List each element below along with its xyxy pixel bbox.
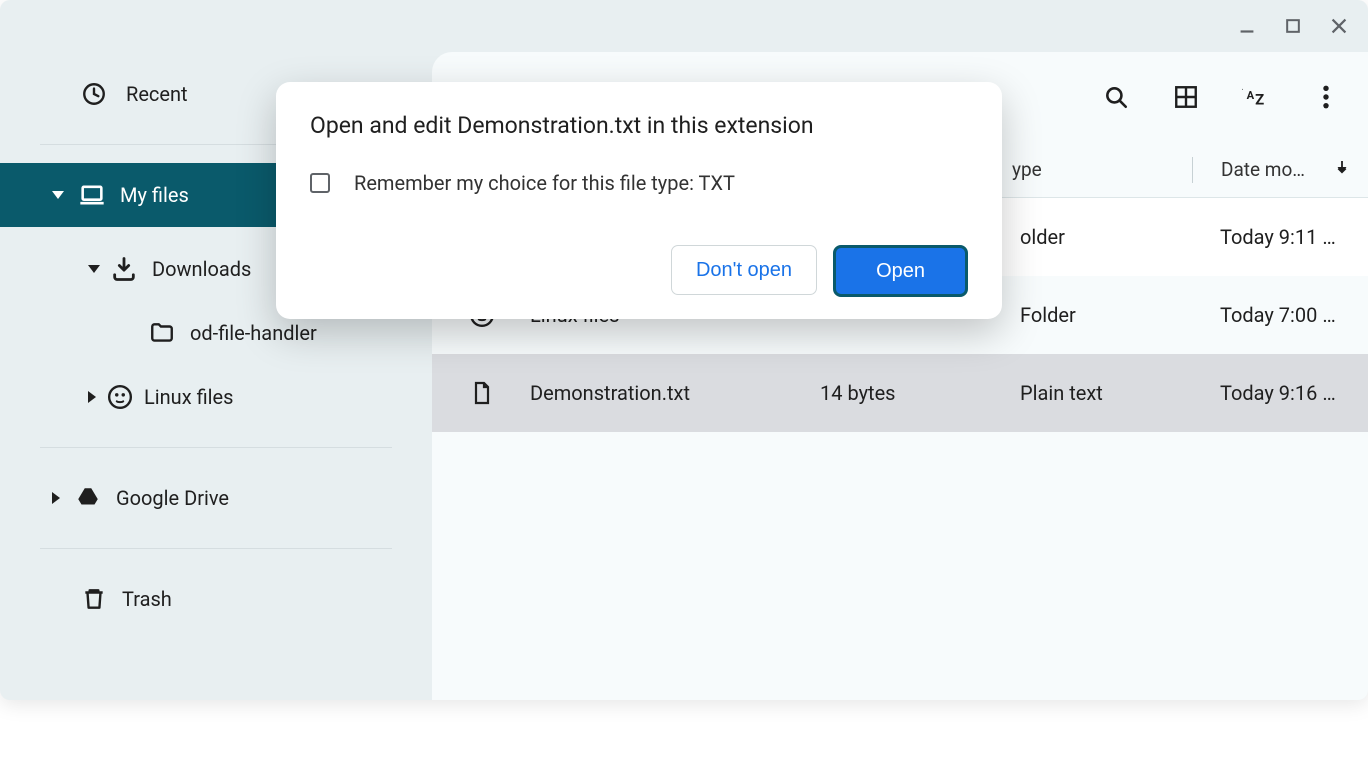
sidebar-item-label: Recent	[126, 82, 188, 106]
chevron-right-icon	[52, 492, 60, 504]
column-date-modified[interactable]: Date mo…	[1221, 158, 1368, 181]
sidebar-item-label: Linux files	[144, 385, 233, 409]
window-titlebar	[0, 0, 1368, 52]
chevron-right-icon	[88, 391, 96, 403]
file-icon	[468, 379, 496, 407]
window-minimize-button[interactable]	[1233, 12, 1261, 40]
sort-descending-icon	[1333, 158, 1351, 181]
file-date: Today 9:11 AM	[1220, 225, 1368, 249]
chevron-down-icon	[52, 191, 64, 199]
folder-icon	[148, 319, 176, 347]
file-type: Folder	[1020, 303, 1220, 327]
remember-choice-label: Remember my choice for this file type: T…	[354, 171, 735, 195]
svg-text:Z: Z	[1255, 90, 1264, 108]
file-row-selected[interactable]: Demonstration.txt 14 bytes Plain text To…	[432, 354, 1368, 432]
remember-choice-row: Remember my choice for this file type: T…	[310, 171, 968, 195]
chevron-down-icon	[88, 265, 100, 273]
sidebar-item-label: Google Drive	[116, 486, 229, 510]
file-date: Today 7:00 …	[1220, 303, 1368, 327]
column-type[interactable]: ype	[1012, 158, 1192, 181]
sidebar-item-linux-files[interactable]: Linux files	[0, 365, 432, 429]
files-app-window: Recent My files Downloads	[0, 0, 1368, 700]
view-grid-button[interactable]	[1172, 83, 1200, 111]
window-maximize-button[interactable]	[1279, 12, 1307, 40]
clock-icon	[80, 80, 108, 108]
sidebar-item-google-drive[interactable]: Google Drive	[0, 466, 432, 530]
dialog-title: Open and edit Demonstration.txt in this …	[310, 112, 968, 139]
sidebar-item-label: Downloads	[152, 257, 251, 281]
download-icon	[110, 255, 138, 283]
column-date-label: Date mo…	[1221, 158, 1305, 181]
open-button[interactable]: Open	[833, 245, 968, 297]
file-date: Today 9:16 …	[1220, 381, 1368, 405]
svg-text:A: A	[1247, 89, 1255, 102]
sort-button[interactable]: A Z	[1242, 83, 1270, 111]
laptop-icon	[78, 181, 106, 209]
trash-icon	[80, 585, 108, 613]
sidebar-divider	[40, 447, 392, 448]
dialog-actions: Don't open Open	[310, 245, 968, 297]
dont-open-button[interactable]: Don't open	[671, 245, 817, 295]
search-button[interactable]	[1102, 83, 1130, 111]
remember-choice-checkbox[interactable]	[310, 173, 330, 193]
google-drive-icon	[74, 484, 102, 512]
file-name: Demonstration.txt	[530, 381, 820, 405]
linux-penguin-icon	[106, 383, 134, 411]
sidebar-divider	[40, 548, 392, 549]
file-type: older	[1020, 225, 1220, 249]
open-file-dialog: Open and edit Demonstration.txt in this …	[276, 82, 1002, 319]
file-type: Plain text	[1020, 381, 1220, 405]
sidebar-item-label: Trash	[122, 587, 172, 611]
window-close-button[interactable]	[1325, 12, 1353, 40]
sidebar-item-label: od-file-handler	[190, 321, 317, 345]
file-size: 14 bytes	[820, 381, 1020, 405]
sidebar-item-label: My files	[120, 183, 189, 207]
column-separator	[1192, 157, 1193, 183]
sidebar-item-trash[interactable]: Trash	[0, 567, 432, 631]
more-options-button[interactable]	[1312, 83, 1340, 111]
